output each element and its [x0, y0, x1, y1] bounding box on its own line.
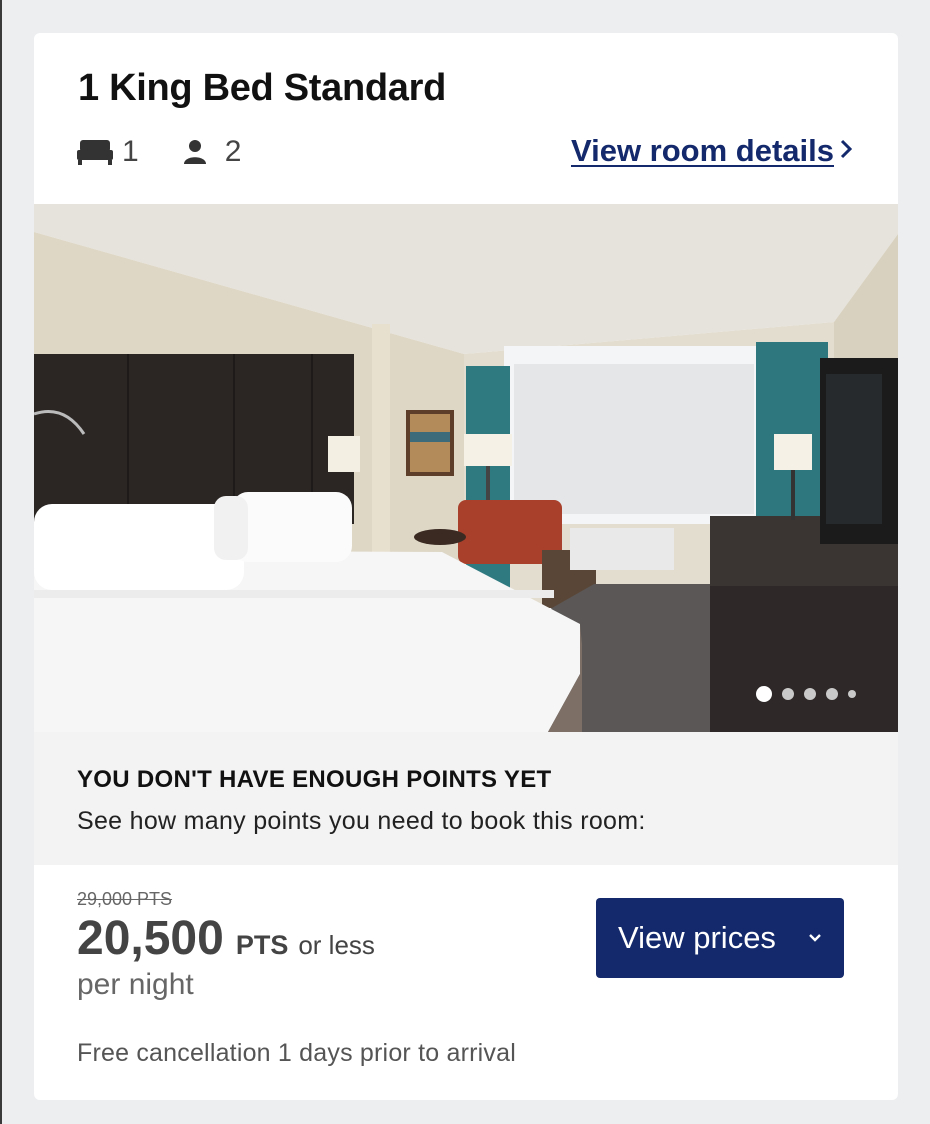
points-notice-body: See how many points you need to book thi…	[77, 807, 646, 835]
carousel-dot[interactable]	[848, 690, 856, 698]
bed-count: 1	[76, 135, 139, 169]
room-card: 1 King Bed Standard 1 2 View room detail…	[34, 33, 898, 1100]
window-edge	[0, 0, 2, 1124]
view-room-details-label: View room details	[570, 133, 834, 168]
price-value: 20,500	[77, 912, 224, 965]
price-unit: PTS	[235, 930, 289, 960]
room-photo-carousel[interactable]	[34, 204, 898, 732]
guest-count-value: 2	[224, 135, 242, 168]
chevron-right-icon	[840, 139, 853, 164]
chevron-down-icon	[808, 931, 822, 946]
carousel-dot[interactable]	[804, 688, 816, 700]
guest-count: 2	[181, 135, 242, 169]
carousel-dot[interactable]	[756, 686, 772, 702]
price-period: per night	[77, 968, 194, 1001]
original-price: 29,000 PTS	[77, 889, 173, 909]
room-title: 1 King Bed Standard	[78, 67, 447, 109]
view-prices-label: View prices	[618, 920, 776, 955]
carousel-dot[interactable]	[826, 688, 838, 700]
view-room-details-link[interactable]: View room details	[570, 133, 853, 169]
points-notice-heading: YOU DON'T HAVE ENOUGH POINTS YET	[77, 766, 552, 793]
room-capacity: 1 2	[76, 133, 283, 171]
carousel-indicators	[746, 686, 856, 702]
person-icon	[183, 139, 207, 165]
room-photo	[34, 204, 898, 732]
carousel-dot[interactable]	[782, 688, 794, 700]
bed-count-value: 1	[122, 135, 139, 168]
points-notice: YOU DON'T HAVE ENOUGH POINTS YET See how…	[34, 732, 898, 865]
view-prices-button[interactable]: View prices	[596, 898, 844, 978]
cancellation-policy: Free cancellation 1 days prior to arriva…	[77, 1039, 516, 1067]
bed-icon	[76, 138, 114, 166]
price-suffix: or less	[298, 930, 375, 960]
discounted-price: 20,500 PTS or less	[77, 911, 375, 966]
